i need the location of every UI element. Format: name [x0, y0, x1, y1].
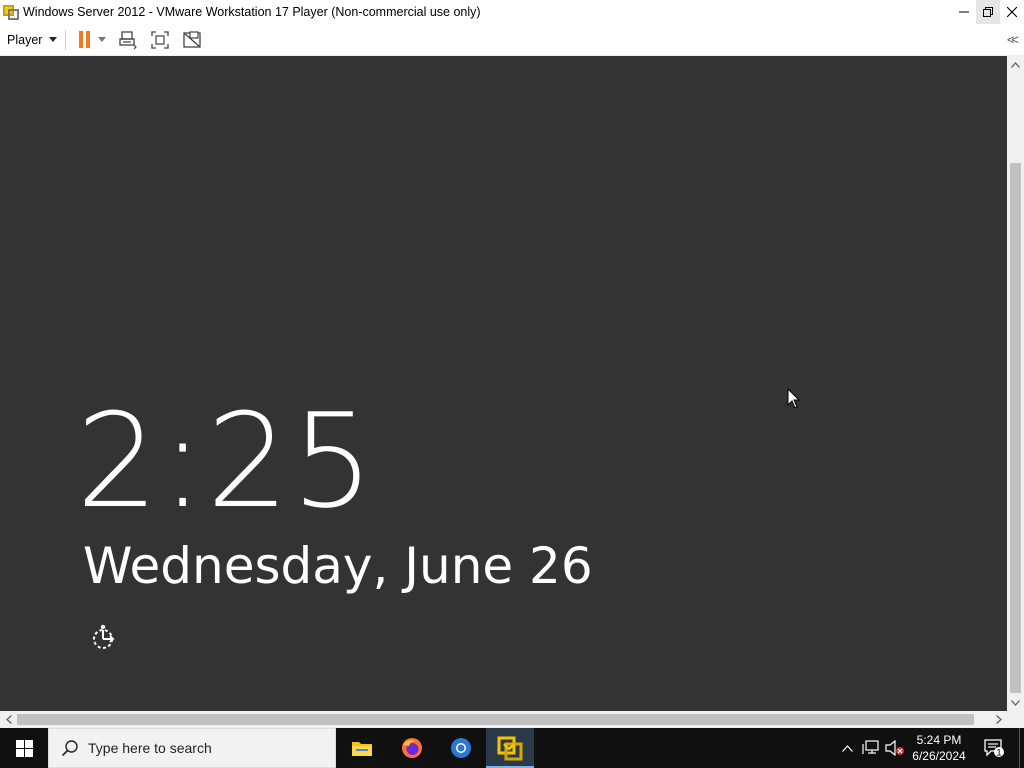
window-title: Windows Server 2012 - VMware Workstation…: [23, 5, 481, 19]
volume-tray-button[interactable]: [884, 728, 906, 768]
windows-icon: [15, 739, 33, 757]
vertical-scrollbar[interactable]: [1007, 56, 1024, 711]
player-menu-label: Player: [7, 32, 43, 47]
notification-icon: 1: [984, 739, 1004, 758]
search-icon: [61, 740, 78, 757]
chrome-taskbar-button[interactable]: [437, 728, 485, 768]
chrome-icon: [451, 738, 471, 758]
vertical-scroll-thumb[interactable]: [1010, 163, 1021, 693]
minimize-icon: [959, 11, 969, 13]
taskbar: Type here to search 5:24 PM 6/26/2024 1: [0, 728, 1024, 768]
vmware-icon: [497, 736, 523, 761]
scroll-up-icon[interactable]: [1007, 56, 1024, 73]
ctrl-alt-del-icon[interactable]: [118, 30, 138, 50]
taskbar-search-box[interactable]: Type here to search: [48, 728, 336, 768]
horizontal-scrollbar[interactable]: [0, 711, 1007, 728]
vmware-taskbar-button[interactable]: [486, 728, 534, 768]
notification-count: 1: [996, 748, 1001, 758]
toolbar-divider: [65, 29, 67, 50]
unity-icon[interactable]: [182, 30, 202, 50]
show-hidden-icons-button[interactable]: [838, 728, 856, 768]
volume-muted-icon: [885, 740, 904, 756]
vmware-icon[interactable]: [3, 4, 19, 20]
taskbar-clock[interactable]: 5:24 PM 6/26/2024: [906, 732, 972, 764]
vm-display[interactable]: 2:25 Wednesday, June 26: [0, 56, 1007, 711]
chevron-down-icon: [49, 37, 58, 42]
show-desktop-button[interactable]: [1019, 728, 1024, 768]
close-button[interactable]: [1000, 0, 1024, 24]
search-placeholder: Type here to search: [88, 740, 212, 756]
start-button[interactable]: [0, 728, 48, 768]
scroll-right-icon[interactable]: [990, 711, 1007, 728]
folder-icon: [352, 742, 372, 756]
network-icon: [862, 740, 879, 754]
lockscreen-date: Wednesday, June 26: [83, 537, 593, 595]
scroll-down-icon[interactable]: [1007, 694, 1024, 711]
ease-of-access-icon[interactable]: [89, 623, 119, 653]
scroll-left-icon[interactable]: [0, 711, 17, 728]
fullscreen-icon[interactable]: [150, 30, 170, 50]
horizontal-scroll-thumb[interactable]: [17, 714, 974, 725]
taskbar-date: 6/26/2024: [912, 749, 966, 763]
restore-button[interactable]: [976, 0, 1000, 24]
taskbar-time: 5:24 PM: [916, 733, 962, 747]
close-icon: [1007, 7, 1017, 17]
restore-icon: [983, 7, 993, 17]
chevron-down-icon[interactable]: [98, 37, 107, 42]
network-tray-button[interactable]: [860, 728, 882, 768]
window-controls: [952, 0, 1024, 24]
player-menu-button[interactable]: Player: [7, 32, 58, 47]
action-center-button[interactable]: 1: [978, 728, 1010, 768]
collapse-toolbar-button[interactable]: <<: [1007, 32, 1019, 47]
firefox-taskbar-button[interactable]: [388, 728, 436, 768]
firefox-icon: [402, 738, 422, 758]
player-toolbar: Player <<: [0, 24, 1024, 56]
file-explorer-taskbar-button[interactable]: [338, 728, 386, 768]
window-titlebar[interactable]: Windows Server 2012 - VMware Workstation…: [0, 0, 1024, 24]
chevron-up-icon: [841, 744, 853, 752]
mouse-cursor-icon: [787, 388, 801, 409]
minimize-button[interactable]: [952, 0, 976, 24]
scrollbar-corner: [1007, 711, 1024, 728]
lockscreen-time: 2:25: [76, 385, 376, 537]
pause-icon[interactable]: [79, 31, 91, 49]
